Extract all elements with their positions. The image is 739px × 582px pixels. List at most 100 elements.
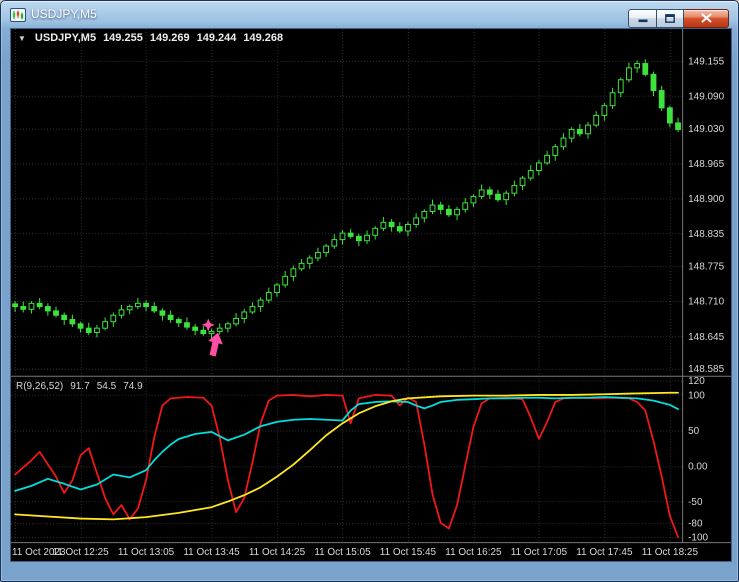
candle-body — [159, 310, 166, 316]
candle-body — [503, 192, 510, 201]
candle-body — [44, 306, 51, 312]
candle-body — [372, 227, 379, 236]
candle-body — [527, 169, 534, 179]
candle-body — [28, 302, 35, 310]
metatrader-chart-window: USDJPY,M5 149.155 149.090 149.030 148.96… — [0, 0, 739, 582]
candle-body — [274, 284, 280, 294]
candle-body — [355, 235, 362, 242]
candle-body — [519, 177, 526, 187]
candle-body — [478, 189, 485, 197]
window-controls — [628, 9, 729, 28]
close-button[interactable] — [684, 9, 729, 28]
candle-body — [323, 245, 330, 254]
candle-body — [53, 310, 59, 316]
candle-body — [12, 303, 18, 308]
candle-body — [585, 124, 591, 135]
close-icon — [701, 11, 712, 26]
candle-body — [568, 128, 575, 139]
candle-body — [347, 232, 354, 237]
candle-body — [454, 208, 460, 216]
candle-body — [36, 302, 43, 308]
osc-tick-label: 120 — [688, 376, 705, 387]
candle-body — [315, 252, 321, 259]
candle-body — [429, 204, 436, 213]
candle-body — [331, 239, 338, 247]
price-tick-label: 148.775 — [688, 262, 724, 273]
candle-body — [536, 162, 542, 171]
candle-body — [143, 302, 149, 308]
candle-body — [290, 268, 297, 277]
candle-body — [544, 154, 550, 164]
time-axis-label: 11 Oct 13:05 — [118, 547, 175, 558]
candle-body — [306, 257, 313, 264]
candle-body — [200, 329, 207, 335]
chart-client-area: 149.155 149.090 149.030 148.965 148.900 148.8… — [11, 29, 731, 561]
symbol-dropdown-arrow-icon[interactable]: ▼ — [16, 33, 28, 44]
candle-body — [666, 107, 673, 124]
time-axis-label: 11 Oct 17:45 — [576, 547, 633, 558]
candle-body — [445, 208, 452, 216]
candle-body — [20, 306, 27, 310]
candle-body — [257, 299, 264, 308]
osc-tick-label: 50 — [688, 426, 700, 437]
candle-body — [405, 223, 411, 232]
time-axis-label: 11 Oct 14:25 — [249, 547, 306, 558]
osc-tick-label: -80 — [688, 518, 703, 529]
candle-body — [642, 63, 649, 75]
chart-app-icon — [10, 7, 26, 23]
candle-body — [94, 327, 100, 333]
minimize-button[interactable] — [628, 9, 657, 28]
candle-body — [437, 204, 444, 210]
minimize-icon — [638, 11, 648, 26]
candle-body — [241, 311, 248, 319]
candle-body — [224, 323, 231, 329]
price-tick-label: 148.835 — [688, 229, 724, 240]
candle-body — [634, 63, 641, 69]
candle-body — [85, 327, 92, 333]
candle-body — [102, 321, 109, 329]
chart-canvas[interactable]: 149.155 149.090 149.030 148.965 148.900 148.8… — [11, 29, 731, 561]
price-tick-label: 149.090 — [688, 91, 724, 102]
maximize-button[interactable] — [657, 9, 684, 28]
candle-body — [650, 73, 657, 92]
osc-tick-label: 0.00 — [688, 461, 708, 472]
maximize-icon — [665, 11, 675, 26]
candle-body — [396, 226, 403, 232]
candle-body — [593, 114, 600, 126]
candle-body — [192, 326, 199, 331]
candle-body — [61, 314, 68, 321]
candle-body — [617, 79, 624, 94]
candle-body — [626, 67, 632, 81]
time-axis-label: 11 Oct 17:05 — [511, 547, 568, 558]
candle-body — [249, 306, 256, 313]
candle-body — [486, 189, 493, 195]
price-tick-label: 148.900 — [688, 194, 724, 205]
candle-body — [552, 146, 559, 156]
time-axis-label: 11 Oct 12:25 — [52, 547, 109, 558]
candle-body — [601, 105, 608, 116]
candle-body — [298, 262, 305, 270]
candle-body — [265, 292, 272, 301]
candle-body — [421, 211, 428, 219]
candle-body — [126, 306, 133, 311]
chart-background — [11, 29, 731, 561]
price-tick-label: 148.710 — [688, 297, 724, 308]
candle-body — [282, 275, 289, 286]
candle-body — [118, 309, 125, 316]
price-tick-label: 149.030 — [688, 124, 724, 135]
candle-body — [380, 221, 387, 229]
price-tick-label: 149.155 — [688, 56, 724, 67]
candle-body — [216, 327, 223, 332]
candle-body — [134, 302, 141, 308]
candle-body — [470, 195, 477, 204]
candle-body — [560, 137, 567, 148]
candle-body — [175, 319, 182, 324]
candle-body — [208, 330, 215, 335]
candle-body — [184, 322, 190, 328]
osc-tick-label: -50 — [688, 497, 703, 508]
title-bar[interactable]: USDJPY,M5 — [1, 1, 738, 29]
candle-body — [675, 122, 681, 130]
osc-tick-label: 100 — [688, 390, 705, 401]
osc-tick-label: -100 — [688, 533, 708, 544]
candle-body — [364, 234, 370, 242]
